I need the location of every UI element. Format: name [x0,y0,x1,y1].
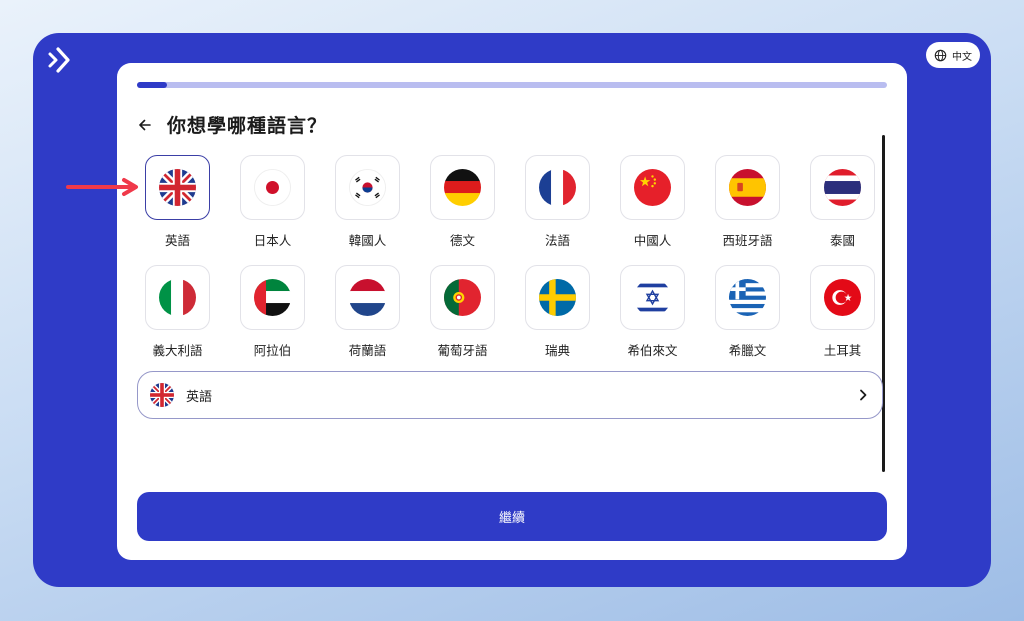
language-tile[interactable] [810,265,875,330]
language-label: 荷蘭語 [348,343,387,358]
interface-language-button[interactable]: 中文 [926,42,980,68]
uae-flag-icon [254,279,291,316]
portugal-flag-icon [444,279,481,316]
china-flag-icon [634,169,671,206]
japan-flag-icon [254,169,291,206]
language-option[interactable]: 土耳其 [810,265,875,359]
sweden-flag-icon [539,279,576,316]
netherlands-flag-icon [349,279,386,316]
germany-flag-icon [444,169,481,206]
france-flag-icon [539,169,576,206]
selected-language-row[interactable]: 英語 [137,371,883,419]
language-option[interactable]: 英語 [145,155,210,249]
language-tile[interactable] [810,155,875,220]
language-label: 德文 [449,233,475,248]
language-tile[interactable] [145,155,210,220]
greece-flag-icon [729,279,766,316]
language-grid: 英語 日本人 韓國人 德文 法語 中國人 西班牙語 泰國 義大利語 阿拉伯 荷蘭語… [145,155,885,359]
interface-language-label: 中文 [952,51,972,63]
language-label: 葡萄牙語 [437,343,488,358]
korea-flag-icon [349,169,386,206]
language-tile[interactable] [715,155,780,220]
language-option[interactable]: 葡萄牙語 [430,265,495,359]
language-option[interactable]: 希臘文 [715,265,780,359]
language-option[interactable]: 荷蘭語 [335,265,400,359]
progress-fill [137,82,167,88]
language-label: 義大利語 [152,343,203,358]
language-label: 西班牙語 [722,233,773,248]
continue-button[interactable]: 繼續 [137,492,887,541]
italy-flag-icon [159,279,196,316]
language-label: 希臘文 [728,343,767,358]
language-label: 土耳其 [823,343,862,358]
language-option[interactable]: 阿拉伯 [240,265,305,359]
language-tile[interactable] [240,265,305,330]
language-option[interactable]: 泰國 [810,155,875,249]
language-option[interactable]: 瑞典 [525,265,590,359]
page-header: 你想學哪種語言？ [137,111,327,138]
selected-language-label: 英語 [186,389,213,405]
selected-flag-icon [150,383,174,407]
language-option[interactable]: 法語 [525,155,590,249]
thailand-flag-icon [824,169,861,206]
uk-flag-icon [150,383,174,407]
language-option[interactable]: 日本人 [240,155,305,249]
language-tile[interactable] [430,155,495,220]
language-label: 阿拉伯 [253,343,292,358]
app-frame: 中文 你想學哪種語言？ 英語 日本人 韓國人 德文 法語 中國人 西班牙語 泰國 … [33,33,991,587]
language-tile[interactable] [620,265,685,330]
globe-icon [934,49,947,61]
turkey-flag-icon [824,279,861,316]
page-title: 你想學哪種語言？ [167,115,328,137]
language-option[interactable]: 義大利語 [145,265,210,359]
back-arrow-icon[interactable] [137,117,153,133]
language-label: 韓國人 [348,233,387,248]
language-option[interactable]: 西班牙語 [715,155,780,249]
language-label: 日本人 [253,233,292,248]
uk-flag-icon [159,169,196,206]
language-option[interactable]: 德文 [430,155,495,249]
language-label: 中國人 [633,233,672,248]
language-tile[interactable] [240,155,305,220]
language-tile[interactable] [335,155,400,220]
spain-flag-icon [729,169,766,206]
language-tile[interactable] [145,265,210,330]
annotation-arrow-icon [66,178,138,196]
language-option[interactable]: 希伯來文 [620,265,685,359]
chevron-right-icon [860,389,867,401]
language-tile[interactable] [715,265,780,330]
language-label: 泰國 [829,233,855,248]
language-selection-card: 你想學哪種語言？ 英語 日本人 韓國人 德文 法語 中國人 西班牙語 泰國 義大利… [117,63,907,560]
israel-flag-icon [634,279,671,316]
language-tile[interactable] [335,265,400,330]
app-logo-icon [48,47,70,73]
language-tile[interactable] [525,155,590,220]
progress-bar [137,82,887,88]
language-tile[interactable] [525,265,590,330]
language-option[interactable]: 中國人 [620,155,685,249]
language-label: 瑞典 [544,343,570,358]
language-option[interactable]: 韓國人 [335,155,400,249]
language-label: 法語 [544,233,570,248]
language-tile[interactable] [430,265,495,330]
language-tile[interactable] [620,155,685,220]
language-label: 希伯來文 [627,343,678,358]
language-label: 英語 [164,233,190,248]
scrollbar[interactable] [882,135,885,472]
